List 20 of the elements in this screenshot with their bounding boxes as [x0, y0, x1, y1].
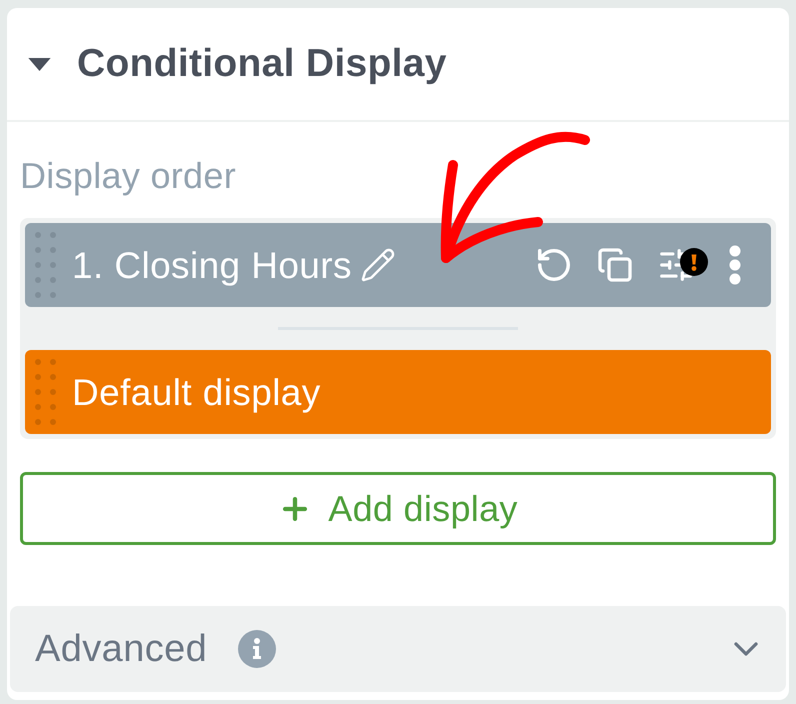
- display-name: Default display: [72, 374, 321, 410]
- conditions-button[interactable]: [657, 246, 695, 284]
- duplicate-button[interactable]: [597, 247, 633, 283]
- edit-button[interactable]: [360, 247, 396, 283]
- display-order-label: Display order: [20, 156, 237, 196]
- reset-button[interactable]: [535, 246, 573, 284]
- display-name: 1. Closing Hours: [72, 246, 352, 284]
- add-display-button[interactable]: Add display: [20, 472, 776, 545]
- info-icon: [238, 630, 276, 668]
- display-item[interactable]: Default display: [25, 350, 771, 434]
- advanced-section-toggle[interactable]: Advanced: [10, 606, 786, 692]
- copy-icon: [597, 247, 633, 283]
- section-header[interactable]: Conditional Display: [7, 8, 789, 122]
- more-button[interactable]: [729, 245, 741, 285]
- pencil-icon: [360, 247, 396, 283]
- display-item[interactable]: 1. Closing Hours: [25, 223, 771, 307]
- drag-handle-icon[interactable]: [35, 359, 56, 425]
- undo-icon: [535, 246, 573, 284]
- more-options-icon: [729, 245, 741, 285]
- sliders-icon: [657, 246, 695, 284]
